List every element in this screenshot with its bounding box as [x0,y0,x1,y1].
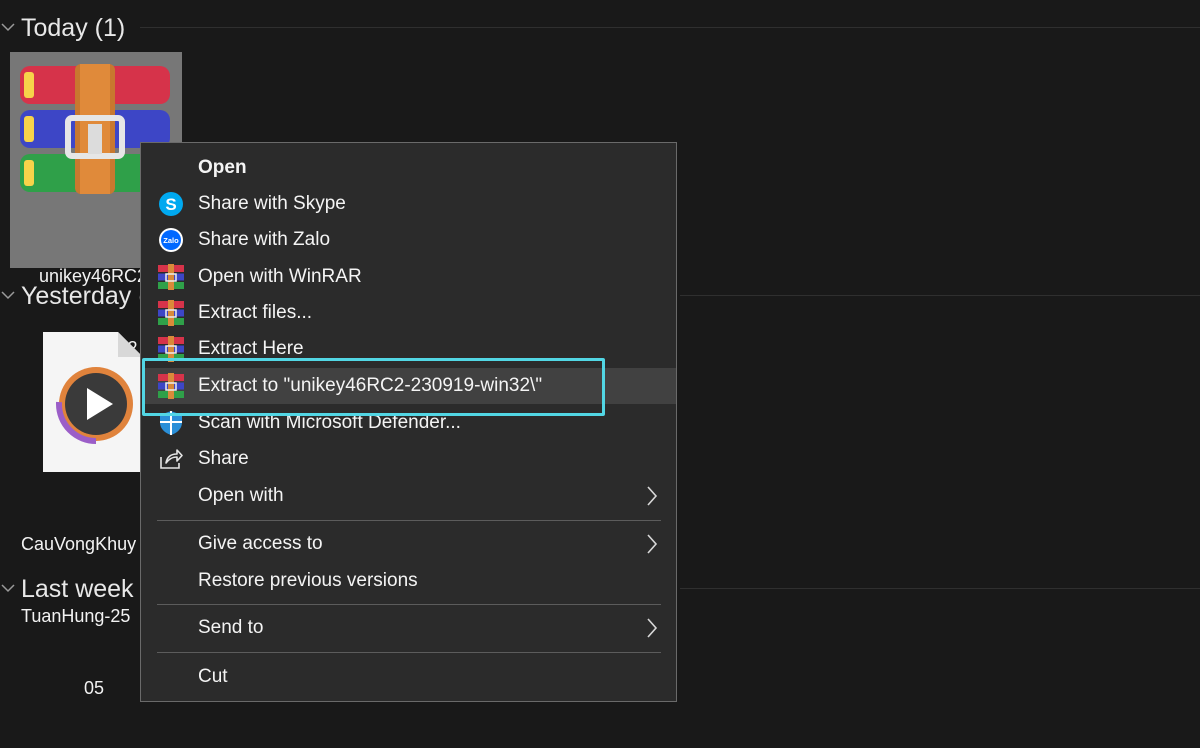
zalo-icon-text: Zalo [163,236,179,245]
menu-item-open-with[interactable]: Open with [142,478,676,514]
menu-item-share-skype[interactable]: S Share with Skype [142,186,676,222]
chevron-right-icon [647,618,658,638]
menu-item-share[interactable]: Share [142,441,676,477]
menu-item-extract-files[interactable]: Extract files... [142,295,676,331]
menu-separator [157,604,661,605]
context-menu: Open S Share with Skype Zalo Share with … [140,142,677,702]
menu-item-give-access[interactable]: Give access to [142,526,676,562]
menu-item-label: Share with Zalo [198,229,331,250]
menu-item-label: Give access to [198,533,323,554]
menu-item-cut[interactable]: Cut [142,659,676,695]
menu-item-send-to[interactable]: Send to [142,610,676,646]
chevron-right-icon [647,486,658,506]
group-today[interactable]: Today (1) [0,8,600,48]
skype-icon: S [159,192,183,216]
winrar-icon [158,300,184,326]
menu-item-label: Share with Skype [198,193,346,214]
chevron-down-icon[interactable] [0,287,16,303]
menu-item-label: Send to [198,617,264,638]
file-item-video[interactable]: CauVongKhuy TuanHung-25 05 [10,330,143,698]
group-yesterday[interactable]: Yesterday ( [0,276,147,316]
chevron-down-icon[interactable] [0,580,16,596]
menu-item-open[interactable]: Open [142,150,676,186]
chevron-right-icon [647,534,658,554]
group-label: Today (1) [21,13,126,42]
divider [680,295,1200,296]
highlight-box [142,358,605,416]
menu-item-label: Share [198,448,249,469]
svg-text:S: S [165,195,176,214]
menu-item-label: Cut [198,666,228,687]
divider [140,27,1200,28]
menu-item-label: Extract files... [198,302,313,323]
winrar-icon [158,264,184,290]
menu-item-label: Open with WinRAR [198,266,362,287]
group-label: Yesterday ( [21,281,147,310]
menu-separator [157,652,661,653]
video-file-icon [43,332,143,472]
menu-item-label: Open with [198,485,284,506]
menu-item-restore-versions[interactable]: Restore previous versions [142,563,676,599]
menu-separator [157,520,661,521]
menu-item-label: Restore previous versions [198,570,418,591]
chevron-down-icon[interactable] [0,19,16,35]
menu-item-share-zalo[interactable]: Zalo Share with Zalo [142,222,676,258]
divider [680,588,1200,589]
share-icon [160,449,183,469]
group-last-week[interactable]: Last week ( [0,569,149,609]
group-label: Last week ( [21,574,149,603]
menu-item-label: Open [198,157,247,178]
menu-item-open-winrar[interactable]: Open with WinRAR [142,259,676,295]
zalo-icon: Zalo [159,228,183,252]
